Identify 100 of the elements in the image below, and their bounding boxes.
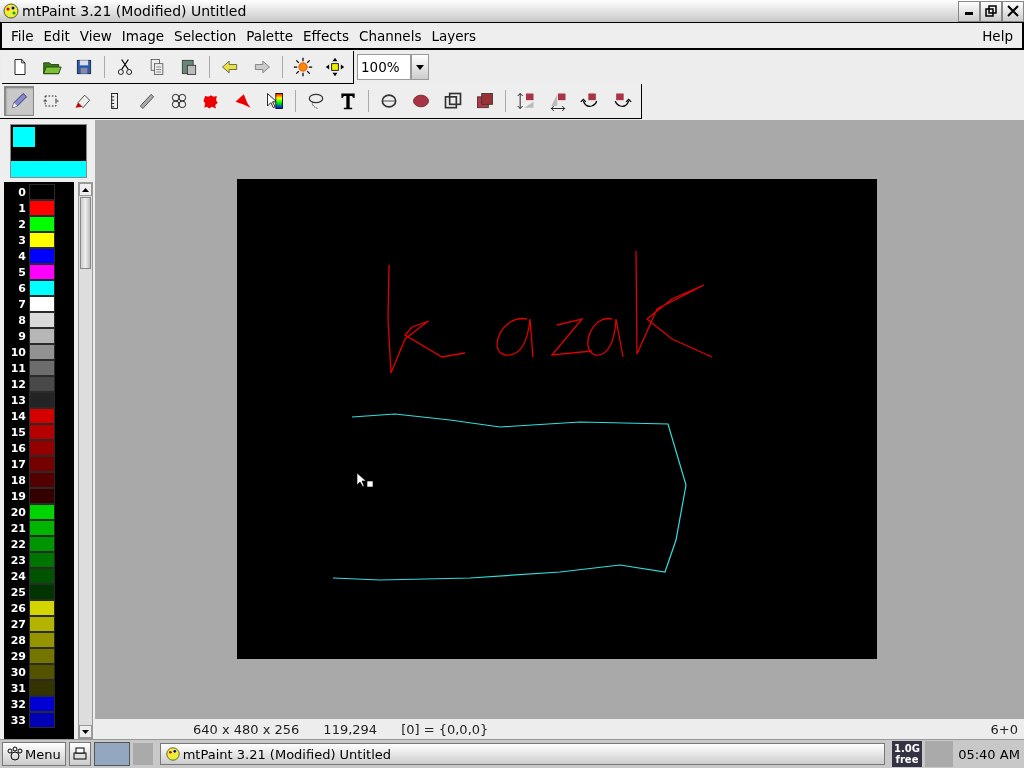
palette-index: 30 <box>9 665 27 679</box>
palette-swatch[interactable] <box>29 712 55 728</box>
menu-item[interactable]: Effects <box>298 25 354 46</box>
printer-icon <box>71 746 88 762</box>
workspace-button[interactable] <box>93 742 130 766</box>
menu-item[interactable]: Image <box>116 25 170 46</box>
palette-swatch[interactable] <box>29 344 55 360</box>
palette-swatch[interactable] <box>29 600 55 616</box>
palette-swatch[interactable] <box>29 232 55 248</box>
palette-swatch[interactable] <box>29 664 55 680</box>
palette-swatch[interactable] <box>29 200 55 216</box>
clock: 05:40 AM <box>957 746 1021 762</box>
palette-index: 17 <box>9 457 27 471</box>
scroll-up-button[interactable] <box>79 183 92 196</box>
zoom-combo[interactable]: 100% <box>357 54 429 80</box>
palette-swatch[interactable] <box>29 216 55 232</box>
pixel-value: [0] = {0,0,0} <box>401 721 489 737</box>
app-logo-icon <box>164 746 181 762</box>
palette-swatch[interactable] <box>29 632 55 648</box>
foreground-swatch[interactable] <box>13 127 35 147</box>
palette-swatch[interactable] <box>29 504 55 520</box>
mouse-cursor-icon <box>356 472 374 488</box>
maximize-button[interactable] <box>980 0 1002 22</box>
palette-swatch[interactable] <box>29 360 55 376</box>
pattern-swatch[interactable] <box>11 161 86 177</box>
pencil-icon <box>9 91 29 111</box>
palette-index: 5 <box>17 265 27 279</box>
menu-item[interactable]: File <box>6 25 39 46</box>
palette-swatch[interactable] <box>29 472 55 488</box>
caret-icon <box>82 187 89 192</box>
palette-swatch[interactable] <box>29 392 55 408</box>
palette-swatch[interactable] <box>29 680 55 696</box>
palette-index: 2 <box>17 217 27 231</box>
palette-swatch[interactable] <box>29 568 55 584</box>
palette-swatch[interactable] <box>29 648 55 664</box>
start-menu-button[interactable]: Menu <box>2 742 66 766</box>
menu-item[interactable]: Palette <box>241 25 299 46</box>
palette-swatch[interactable] <box>29 248 55 264</box>
menu-item[interactable]: Channels <box>353 25 427 46</box>
palette-swatch[interactable] <box>29 520 55 536</box>
palette-swatch[interactable] <box>29 616 55 632</box>
caret-icon <box>416 64 424 70</box>
menu-item[interactable]: Layers <box>426 25 482 46</box>
palette-index: 3 <box>17 233 27 247</box>
palette-index: 20 <box>9 505 27 519</box>
palette-index: 13 <box>9 393 27 407</box>
palette-index: 1 <box>17 201 27 215</box>
palette-swatch[interactable] <box>29 488 55 504</box>
palette-swatch[interactable] <box>29 280 55 296</box>
palette-index: 10 <box>9 345 27 359</box>
palette-index: 9 <box>17 329 27 343</box>
close-button[interactable] <box>1002 0 1024 22</box>
palette-swatch[interactable] <box>29 296 55 312</box>
palette-swatch[interactable] <box>29 536 55 552</box>
rectangle-filled-icon <box>475 91 495 111</box>
palette-index: 4 <box>17 249 27 263</box>
palette-index: 28 <box>9 633 27 647</box>
menu-item[interactable]: Selection <box>169 25 242 46</box>
menu-item[interactable]: View <box>74 25 117 46</box>
launcher-button[interactable] <box>68 742 91 766</box>
palette-index: 26 <box>9 601 27 615</box>
palette-swatch[interactable] <box>29 456 55 472</box>
scrollbar[interactable] <box>78 182 93 739</box>
palette-swatch[interactable] <box>29 440 55 456</box>
palette-swatch[interactable] <box>29 264 55 280</box>
palette-swatch[interactable] <box>29 408 55 424</box>
palette-index: 14 <box>9 409 27 423</box>
sun-icon <box>293 56 313 77</box>
smudge-icon <box>137 91 157 111</box>
flip-vertical-icon <box>516 91 536 111</box>
close-icon <box>1007 5 1019 17</box>
palette-index: 11 <box>9 361 27 375</box>
palette-swatch[interactable] <box>29 376 55 392</box>
palette-swatch[interactable] <box>29 328 55 344</box>
palette-index: 22 <box>9 537 27 551</box>
palette-index: 15 <box>9 425 27 439</box>
palette-index: 21 <box>9 521 27 535</box>
flip-horizontal-icon <box>548 91 568 111</box>
dropdown-button[interactable] <box>411 54 429 80</box>
menu-item[interactable]: Help <box>977 25 1018 46</box>
image-size: 640 x 480 x 256 <box>193 721 300 737</box>
taskbar-window-button[interactable]: mtPaint 3.21 (Modified) Untitled <box>159 743 885 765</box>
palette-swatch[interactable] <box>29 696 55 712</box>
palette-index: 25 <box>9 585 27 599</box>
palette-index: 18 <box>9 473 27 487</box>
palette-swatch[interactable] <box>29 312 55 328</box>
minimize-button[interactable] <box>958 0 980 22</box>
palette-index: 0 <box>17 185 27 199</box>
scroll-thumb[interactable] <box>80 197 91 269</box>
palette-swatch[interactable] <box>29 584 55 600</box>
palette-swatch[interactable] <box>29 424 55 440</box>
scroll-down-button[interactable] <box>79 725 92 738</box>
menu-item[interactable]: Edit <box>38 25 75 46</box>
palette-index: 33 <box>9 713 27 727</box>
palette-index: 6 <box>17 281 27 295</box>
palette-swatch[interactable] <box>29 552 55 568</box>
color-swatches[interactable] <box>10 124 87 178</box>
palette-swatch[interactable] <box>29 184 55 200</box>
palette-index: 32 <box>9 697 27 711</box>
palette-index: 31 <box>9 681 27 695</box>
